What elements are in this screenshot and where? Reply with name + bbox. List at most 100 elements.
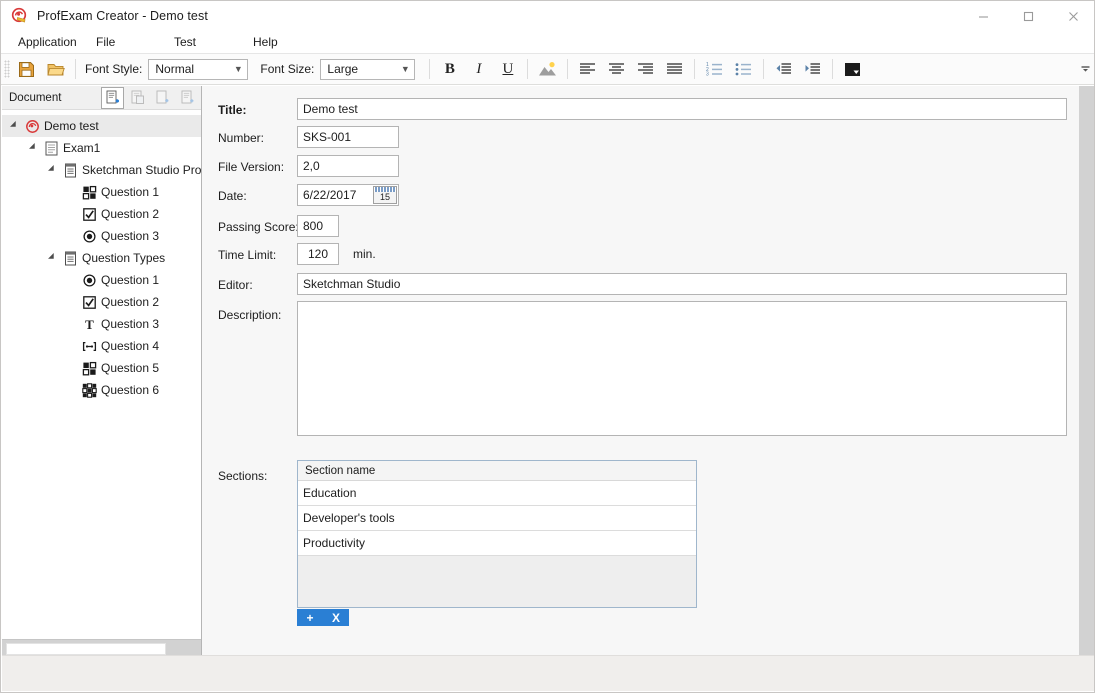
increase-indent-button[interactable] (798, 55, 827, 83)
minimize-button[interactable] (961, 1, 1006, 31)
svg-text:3: 3 (706, 72, 709, 77)
align-justify-button[interactable] (660, 55, 689, 83)
file-version-label: File Version: (218, 160, 285, 174)
save-button[interactable] (12, 55, 41, 83)
number-input[interactable] (297, 126, 399, 148)
radio-icon (82, 229, 96, 243)
calendar-picker-button[interactable]: 15 (373, 186, 397, 204)
tree-item[interactable]: Demo test (2, 115, 201, 137)
description-label: Description: (218, 308, 282, 322)
bold-button[interactable]: B (435, 55, 464, 83)
tree-item[interactable]: Sketchman Studio Pro (2, 159, 201, 181)
open-folder-icon (46, 63, 65, 75)
expand-collapse-arrow-icon[interactable] (8, 122, 22, 130)
tree-item-label: Question Types (82, 251, 166, 265)
edit-document-button[interactable] (176, 87, 199, 109)
file-version-input[interactable] (297, 155, 399, 177)
tree-item[interactable]: Question 1 (2, 269, 201, 291)
add-document-button[interactable] (101, 86, 124, 109)
tree-item[interactable]: Question 2 (2, 203, 201, 225)
insert-image-icon (539, 62, 557, 76)
time-limit-input[interactable] (297, 243, 339, 265)
tree-item-icon (79, 361, 99, 376)
plus-icon: + (306, 610, 314, 625)
tree-item[interactable]: Question 6 (2, 379, 201, 401)
tree-item[interactable]: Question 1 (2, 181, 201, 203)
expand-collapse-arrow-icon[interactable] (27, 144, 41, 152)
document-tree[interactable]: Demo test Exam1 Sketchman Studio Pro Questi… (2, 110, 201, 639)
passing-score-input[interactable] (297, 215, 339, 237)
toolbar-grip[interactable] (4, 60, 10, 78)
date-label: Date: (218, 189, 247, 203)
insert-image-button[interactable] (533, 55, 562, 83)
section-name-cell[interactable]: Developer's tools (298, 511, 395, 525)
toolbar-overflow-button[interactable] (1078, 53, 1092, 85)
sections-label: Sections: (218, 469, 268, 483)
toolbar-separator (832, 59, 834, 79)
font-size-select[interactable]: Large ▼ (320, 58, 416, 80)
tree-item-icon (79, 339, 99, 354)
field-row-passing-score: Passing Score: (218, 216, 299, 238)
tree-item[interactable]: Question 2 (2, 291, 201, 313)
radio-icon (82, 273, 96, 287)
sections-grid-row[interactable]: Productivity (298, 531, 696, 556)
tree-item[interactable]: Question 4 (2, 335, 201, 357)
menu-item-file[interactable]: File (93, 33, 118, 51)
expand-collapse-arrow-icon[interactable] (46, 166, 60, 174)
menu-item-help[interactable]: Help (250, 33, 281, 51)
section-name-cell[interactable]: Productivity (298, 536, 365, 550)
expand-collapse-arrow-icon[interactable] (46, 254, 60, 262)
tree-item[interactable]: Question 5 (2, 357, 201, 379)
tree-item[interactable]: Exam1 (2, 137, 201, 159)
tree-item[interactable]: Question 3 (2, 225, 201, 247)
copy-document-button[interactable] (126, 87, 149, 109)
tree-item-label: Question 3 (101, 317, 160, 331)
bulleted-list-icon (735, 63, 752, 76)
description-textarea[interactable] (297, 301, 1067, 436)
sections-grid-row[interactable]: Developer's tools (298, 506, 696, 531)
italic-button[interactable]: I (464, 55, 493, 83)
tree-item-icon (79, 229, 99, 244)
window-title: ProfExam Creator - Demo test (37, 9, 208, 23)
sections-grid-toolbar: + X (297, 609, 349, 626)
column-header-section-name[interactable]: Section name (298, 465, 375, 477)
window-controls (961, 1, 1094, 31)
align-right-button[interactable] (631, 55, 660, 83)
title-input[interactable] (297, 98, 1067, 120)
time-limit-suffix: min. (353, 247, 376, 261)
numbered-list-button[interactable]: 123 (700, 55, 729, 83)
menu-item-application[interactable]: Application (15, 33, 80, 51)
add-section-button[interactable]: + (297, 609, 323, 626)
tree-item-icon (79, 295, 99, 310)
sections-grid[interactable]: Section name Education Developer's tools P… (297, 460, 697, 608)
date-picker[interactable]: 15 (297, 184, 399, 206)
close-button[interactable] (1051, 1, 1094, 31)
tree-scrollbar-thumb[interactable] (6, 643, 166, 655)
section-name-cell[interactable]: Education (298, 486, 356, 500)
text-color-button[interactable] (838, 55, 867, 83)
align-center-button[interactable] (602, 55, 631, 83)
font-style-select[interactable]: Normal ▼ (148, 58, 249, 80)
edit-document-icon (181, 90, 194, 104)
sections-grid-row[interactable]: Education (298, 481, 696, 506)
text-input-icon: T (85, 317, 94, 332)
form-vertical-scrollbar[interactable] (1079, 86, 1094, 657)
tree-item[interactable]: Question Types (2, 247, 201, 269)
decrease-indent-button[interactable] (769, 55, 798, 83)
remove-section-button[interactable]: X (323, 609, 349, 626)
menu-item-test[interactable]: Test (171, 33, 199, 51)
toolbar-separator (429, 59, 431, 79)
tree-item-label: Question 6 (101, 383, 160, 397)
toolbar-separator (763, 59, 765, 79)
maximize-button[interactable] (1006, 1, 1051, 31)
tree-item[interactable]: T Question 3 (2, 313, 201, 335)
field-row-description: Description: (218, 304, 298, 326)
tree-item-icon (41, 141, 61, 156)
align-left-button[interactable] (573, 55, 602, 83)
underline-button[interactable]: U (493, 55, 522, 83)
paste-document-button[interactable] (151, 87, 174, 109)
document-panel-title: Document (9, 91, 62, 104)
bulleted-list-button[interactable] (729, 55, 758, 83)
editor-input[interactable] (297, 273, 1067, 295)
open-button[interactable] (41, 55, 70, 83)
